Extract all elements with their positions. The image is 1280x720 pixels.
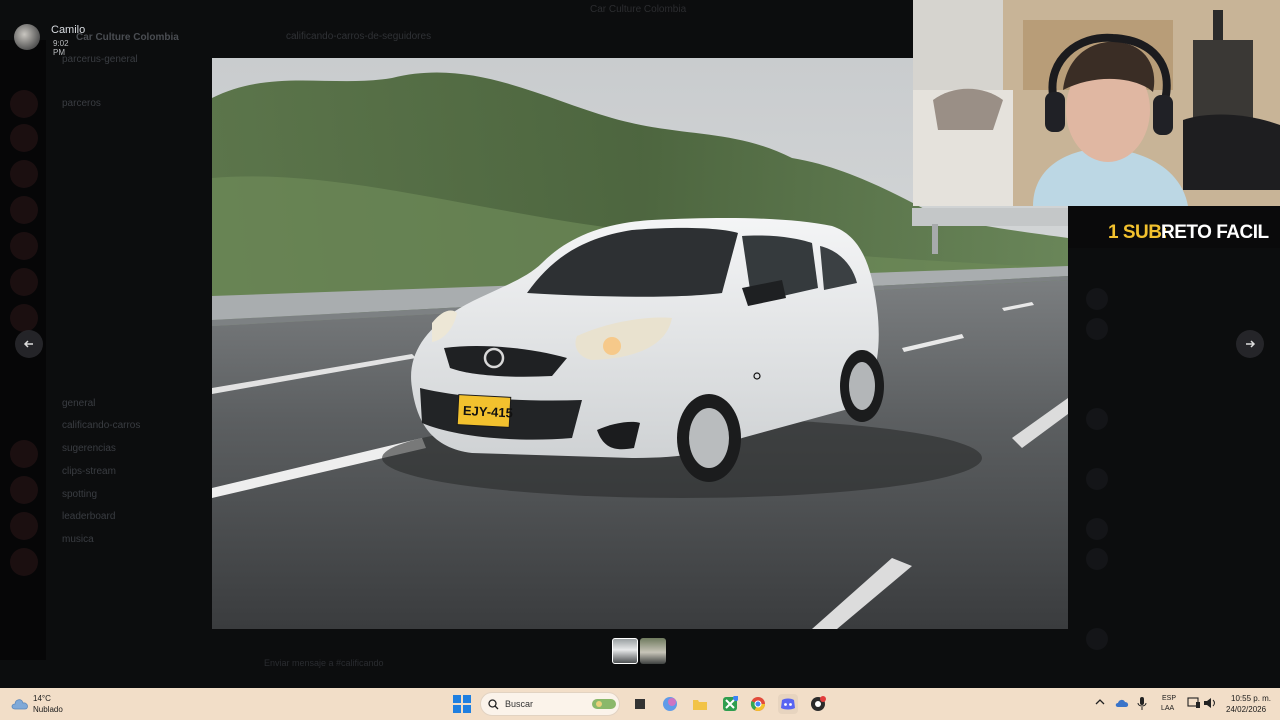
channel-item[interactable]: parcerus-general [62,54,138,70]
onedrive-icon[interactable] [1115,697,1129,709]
server-icon[interactable] [10,90,38,118]
server-icon[interactable] [10,124,38,152]
search-placeholder: Buscar [505,699,534,709]
window-title: Car Culture Colombia [590,4,687,15]
subscriber-goal-banner: 1 SUB: RETO FACIL [1068,206,1280,248]
sub-count-label: 1 SUB: [1108,222,1168,243]
previous-image-button[interactable] [15,330,43,358]
channel-item[interactable]: calificando-carros [62,420,140,436]
volume-icon[interactable] [1203,697,1217,709]
license-plate: EJY-415 [463,403,514,421]
avatar[interactable] [1086,408,1108,430]
server-icon[interactable] [10,232,38,260]
thumbnail[interactable] [640,638,666,664]
channel-item[interactable]: clips-stream [62,466,116,482]
avatar[interactable] [1086,518,1108,540]
input-language[interactable]: ESP [1162,695,1176,702]
search-highlight-icon [592,699,616,709]
avatar[interactable] [1086,628,1108,650]
obs-icon[interactable] [808,694,828,714]
channel-item[interactable]: parceros [62,98,101,114]
avatar[interactable] [14,24,40,50]
channel-item[interactable]: general [62,398,95,414]
weather-condition: Nublado [33,705,63,714]
input-layout[interactable]: LAA [1161,705,1174,712]
avatar[interactable] [1086,318,1108,340]
message-time: 9:02 PM [53,39,69,57]
channel-header-title: calificando-carros-de-seguidores [286,31,432,42]
weather-temperature: 14°C [33,694,51,703]
arrow-left-icon [23,340,33,348]
microphone-icon[interactable] [1137,697,1147,710]
sub-goal-label: RETO FACIL [1161,222,1269,243]
server-icon[interactable] [10,512,38,540]
windows-start-icon[interactable] [453,695,471,713]
server-icon[interactable] [10,196,38,224]
channel-item[interactable]: spotting [62,489,97,505]
channel-item[interactable]: sugerencias [62,443,116,459]
thumbnail-strip [612,638,666,664]
copilot-icon[interactable] [660,694,680,714]
server-icon[interactable] [10,548,38,576]
chevron-up-icon[interactable] [1095,697,1105,707]
thumbnail-selected[interactable] [612,638,638,664]
server-icon[interactable] [10,476,38,504]
author-name[interactable]: Camilo [51,24,85,36]
channel-item[interactable]: leaderboard [62,511,115,527]
avatar[interactable] [1086,288,1108,310]
clock-date[interactable]: 24/02/2026 [1226,705,1266,714]
cloud-icon [11,699,28,710]
server-icon[interactable] [10,268,38,296]
windows-taskbar: 14°C Nublado Buscar ESP LAA 10:55 p. m. … [0,688,1280,720]
webcam-overlay [913,0,1280,206]
server-icon[interactable] [10,440,38,468]
server-icon[interactable] [10,304,38,332]
search-input[interactable]: Buscar [480,692,620,716]
channel-list: Car Culture Colombia parcerus-general pa… [46,22,212,642]
next-image-button[interactable] [1236,330,1264,358]
clock-time[interactable]: 10:55 p. m. [1231,694,1271,703]
member-list [1068,248,1280,650]
arrow-right-icon [1246,340,1256,348]
composer-placeholder: Enviar mensaje a #calificando [264,658,384,668]
webcam-feed [913,0,1280,206]
chrome-icon[interactable] [748,694,768,714]
search-icon [488,699,499,710]
channel-item[interactable]: musica [62,534,94,550]
discord-icon[interactable] [778,694,798,714]
network-icon[interactable] [1187,697,1201,709]
folder-icon[interactable] [690,694,710,714]
avatar[interactable] [1086,468,1108,490]
xbox-icon[interactable] [720,694,740,714]
server-name[interactable]: Car Culture Colombia [76,32,179,48]
avatar[interactable] [1086,548,1108,570]
task-view-icon[interactable] [630,694,650,714]
server-icon[interactable] [10,160,38,188]
